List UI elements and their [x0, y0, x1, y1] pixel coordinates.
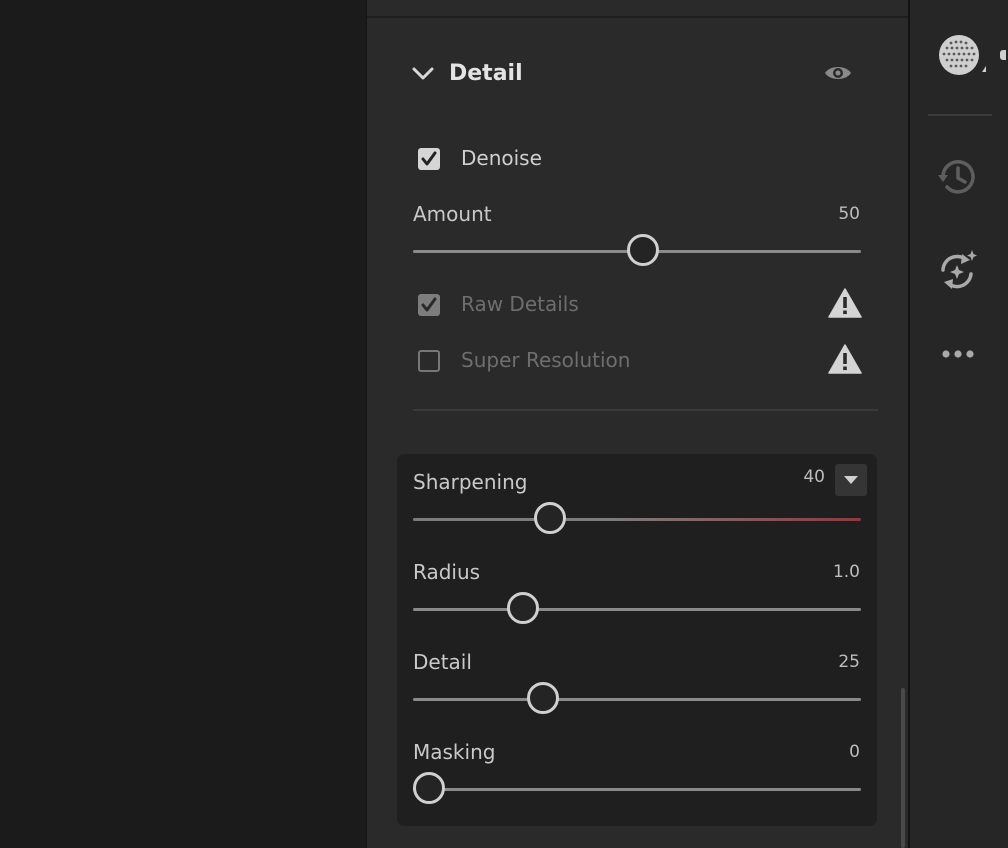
slider-thumb[interactable]: [534, 502, 567, 534]
slider-track[interactable]: [413, 698, 861, 701]
slider-track[interactable]: [413, 788, 861, 791]
sharpening-label: Sharpening: [413, 470, 528, 494]
detail-label: Detail: [413, 650, 472, 674]
detail-slider[interactable]: [413, 682, 861, 714]
image-canvas: [0, 0, 366, 848]
triangle-down-icon[interactable]: [835, 464, 867, 496]
radius-slider[interactable]: [413, 592, 861, 624]
dotted-globe-icon[interactable]: [938, 34, 986, 76]
sharpening-group: [397, 454, 877, 826]
slider-thumb[interactable]: [413, 772, 445, 804]
chevron-down-icon[interactable]: [412, 66, 434, 82]
masking-slider[interactable]: [413, 772, 861, 804]
radius-value[interactable]: 1.0: [787, 561, 860, 583]
masking-value[interactable]: 0: [787, 741, 860, 763]
sharpening-value[interactable]: 40: [767, 466, 825, 488]
section-divider: [413, 409, 878, 411]
slider-track[interactable]: [413, 518, 861, 521]
amount-slider[interactable]: [413, 234, 861, 266]
scrollbar[interactable]: [901, 688, 905, 848]
super-resolution-checkbox[interactable]: [418, 350, 440, 372]
detail-value[interactable]: 25: [787, 651, 860, 673]
edit-panel: Detail Denoise Amount 50 Raw Details Sup…: [366, 0, 908, 848]
sync-sparkle-icon[interactable]: [935, 248, 981, 294]
more-icon[interactable]: [940, 344, 980, 364]
masking-label: Masking: [413, 740, 496, 764]
indicator-dot: [1000, 50, 1006, 60]
raw-details-label: Raw Details: [461, 292, 579, 316]
sharpening-slider[interactable]: [413, 502, 861, 534]
slider-thumb[interactable]: [626, 234, 659, 266]
right-toolbar: [908, 0, 1008, 848]
super-resolution-label: Super Resolution: [461, 348, 631, 372]
warning-icon[interactable]: [828, 344, 862, 374]
slider-thumb[interactable]: [526, 682, 559, 714]
section-title[interactable]: Detail: [449, 59, 523, 89]
history-icon[interactable]: [935, 154, 981, 200]
eye-icon[interactable]: [823, 62, 853, 84]
panel-divider: [367, 16, 908, 18]
radius-label: Radius: [413, 560, 481, 584]
denoise-checkbox[interactable]: [418, 148, 440, 170]
rail-divider: [928, 114, 992, 116]
warning-icon[interactable]: [828, 288, 862, 318]
amount-value[interactable]: 50: [787, 203, 860, 225]
raw-details-checkbox[interactable]: [418, 294, 440, 316]
denoise-label: Denoise: [461, 146, 542, 170]
amount-label: Amount: [413, 202, 492, 226]
slider-track[interactable]: [413, 608, 861, 611]
